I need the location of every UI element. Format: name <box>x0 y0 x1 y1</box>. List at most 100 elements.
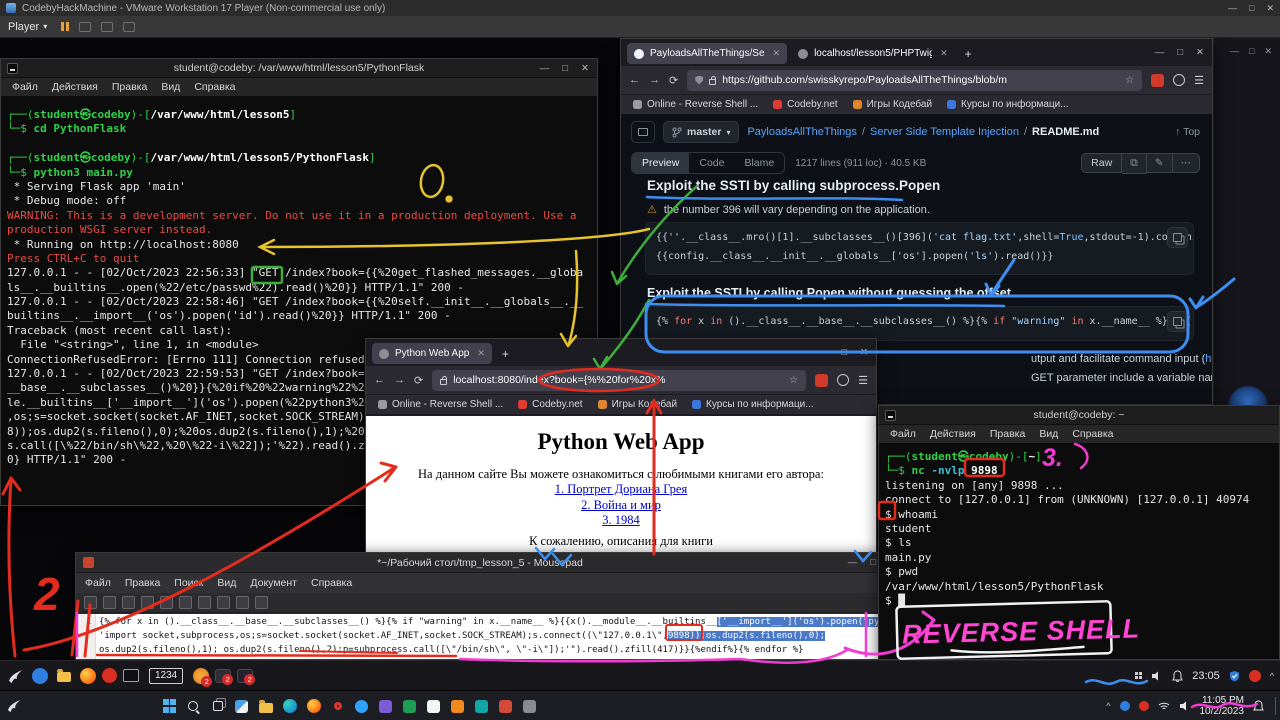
file-explorer-icon[interactable] <box>256 697 275 716</box>
app-icon[interactable] <box>496 697 515 716</box>
ctrl-alt-del-button[interactable] <box>79 22 91 32</box>
app-icon-notification[interactable]: 2 <box>215 669 231 683</box>
tab-preview[interactable]: Preview <box>632 153 689 173</box>
bookmark-codeby[interactable]: Codeby.net <box>518 399 582 410</box>
bookmark-reverse-shell[interactable]: Online - Reverse Shell ... <box>633 99 758 110</box>
devices-button[interactable] <box>123 22 135 32</box>
copy-icon[interactable] <box>198 596 211 609</box>
suspend-button[interactable] <box>61 22 69 31</box>
minimize-icon[interactable]: — <box>1230 46 1239 57</box>
menu-item[interactable]: Вид <box>210 577 243 589</box>
minimize-button[interactable]: — <box>1155 47 1165 58</box>
menu-item[interactable]: Вид <box>154 81 187 93</box>
new-tab-button[interactable]: + <box>959 47 978 61</box>
bookmark-courses[interactable]: Курсы по информаци... <box>692 399 814 410</box>
forward-button[interactable]: → <box>649 74 660 86</box>
url-bar[interactable]: localhost:8080/index?book={%%20for%20x% … <box>432 370 806 391</box>
opera-icon[interactable] <box>328 697 347 716</box>
app-icon-notification[interactable]: 2 <box>237 669 253 683</box>
close-icon[interactable]: ✕ <box>1264 46 1272 57</box>
start-button[interactable] <box>160 697 179 716</box>
vmware-titlebar[interactable]: CodebyHackMachine - VMware Workstation 1… <box>0 0 1280 16</box>
bookmark-star-icon[interactable]: ☆ <box>789 375 798 386</box>
workspace-switcher[interactable]: 1234 <box>149 668 183 684</box>
bookmark-reverse-shell[interactable]: Online - Reverse Shell ... <box>378 399 503 410</box>
tab-localhost-phptwig[interactable]: localhost/lesson5/PHPTwigI ✕ <box>791 43 955 64</box>
close-button[interactable]: ✕ <box>581 63 589 74</box>
copy-icon[interactable]: ⧉ <box>1122 153 1147 174</box>
maximize-button[interactable]: □ <box>870 557 876 568</box>
menu-item[interactable]: Вид <box>1032 428 1065 440</box>
ublock-icon[interactable] <box>815 374 828 387</box>
player-menu[interactable]: Player▾ <box>8 21 47 33</box>
close-tab-icon[interactable]: ✕ <box>477 348 485 359</box>
menu-item[interactable]: Справка <box>304 577 359 589</box>
kali-menu-icon[interactable] <box>6 666 26 686</box>
tray-icon[interactable] <box>1120 701 1130 711</box>
code-block-subprocess[interactable]: {{''.__class__.mro()[1].__subclasses__()… <box>645 222 1194 275</box>
book-link-3[interactable]: 3. 1984 <box>602 513 640 527</box>
menu-item[interactable]: Правка <box>983 428 1032 440</box>
close-tab-icon[interactable]: ✕ <box>940 48 948 59</box>
notification-bell-icon[interactable] <box>1253 700 1264 712</box>
app-icon-notification[interactable]: 2 <box>193 668 209 684</box>
maximize-icon[interactable]: □ <box>1249 46 1254 57</box>
file-manager-icon[interactable] <box>54 666 74 686</box>
menu-item[interactable]: Файл <box>5 81 45 93</box>
tray-grid-icon[interactable] <box>1135 672 1143 680</box>
app-icon[interactable] <box>376 697 395 716</box>
breadcrumb-repo[interactable]: PayloadsAllTheThings <box>747 126 856 138</box>
close-button[interactable]: ✕ <box>1266 3 1274 14</box>
new-file-icon[interactable] <box>84 596 97 609</box>
show-desktop-button[interactable] <box>1275 697 1276 715</box>
terminal1-titlebar[interactable]: student@codeby: /var/www/html/lesson5/Py… <box>1 59 597 78</box>
code-block-popen[interactable]: {% for x in ().__class__.__base__.__subc… <box>645 306 1194 341</box>
bookmark-codeby[interactable]: Codeby.net <box>773 99 837 110</box>
bookmark-games[interactable]: Игры Кодебай <box>853 99 932 110</box>
cut-icon[interactable] <box>179 596 192 609</box>
app-icon[interactable] <box>32 668 48 684</box>
ublock-icon[interactable] <box>1151 74 1164 87</box>
bell-icon[interactable] <box>1172 670 1183 682</box>
app-icon[interactable] <box>448 697 467 716</box>
bookmark-games[interactable]: Игры Кодебай <box>598 399 677 410</box>
menu-item[interactable]: Справка <box>1065 428 1120 440</box>
edit-icon[interactable]: ✎ <box>1147 153 1173 173</box>
branch-selector[interactable]: master ▾ <box>663 121 739 143</box>
bookmark-star-icon[interactable]: ☆ <box>1125 75 1134 86</box>
url-text[interactable]: https://github.com/swisskyrepo/PayloadsA… <box>722 74 1007 86</box>
search-icon[interactable] <box>184 697 203 716</box>
minimize-button[interactable]: — <box>848 557 858 568</box>
back-button[interactable]: ← <box>374 374 385 386</box>
terminal-launcher-icon[interactable] <box>123 669 139 682</box>
editor-text[interactable]: {% for x in ().__class__.__base__.__subc… <box>96 614 884 659</box>
volume-icon[interactable] <box>1151 671 1163 681</box>
account-icon[interactable] <box>1173 74 1185 86</box>
close-button[interactable]: ✕ <box>860 347 868 358</box>
find-icon[interactable] <box>236 596 249 609</box>
url-bar[interactable]: https://github.com/swisskyrepo/PayloadsA… <box>687 70 1142 91</box>
menu-item[interactable]: Документ <box>243 577 304 589</box>
reload-button[interactable]: ⟳ <box>414 374 423 387</box>
mousepad-window[interactable]: *~/Рабочий стол/tmp_lesson_5 - Mousepad … <box>75 552 885 660</box>
volume-icon[interactable] <box>1179 701 1191 711</box>
menu-item[interactable]: Файл <box>78 577 118 589</box>
save-icon[interactable] <box>122 596 135 609</box>
back-button[interactable]: ← <box>629 74 640 86</box>
tray-expand-icon[interactable]: ^ <box>1106 701 1110 711</box>
book-link-1[interactable]: 1. Портрет Дориана Грея <box>555 482 687 496</box>
undo-icon[interactable] <box>141 596 154 609</box>
tray-chevron-icon[interactable]: ^ <box>1270 671 1274 681</box>
app-icon[interactable] <box>400 697 419 716</box>
close-button[interactable]: ✕ <box>1196 47 1204 58</box>
maximize-button[interactable]: □ <box>1177 47 1183 58</box>
app-icon[interactable] <box>352 697 371 716</box>
new-tab-button[interactable]: + <box>496 347 515 361</box>
menu-icon[interactable]: ☰ <box>1194 74 1204 87</box>
terminal2-output[interactable]: ┌──(student㉿codeby)-[~]└─$ nc -nvlp 9898… <box>879 443 1279 659</box>
tab-code[interactable]: Code <box>689 153 734 173</box>
edge-icon[interactable] <box>280 697 299 716</box>
replace-icon[interactable] <box>255 596 268 609</box>
breadcrumb-section[interactable]: Server Side Template Injection <box>870 126 1019 138</box>
menu-item[interactable]: Поиск <box>167 577 210 589</box>
